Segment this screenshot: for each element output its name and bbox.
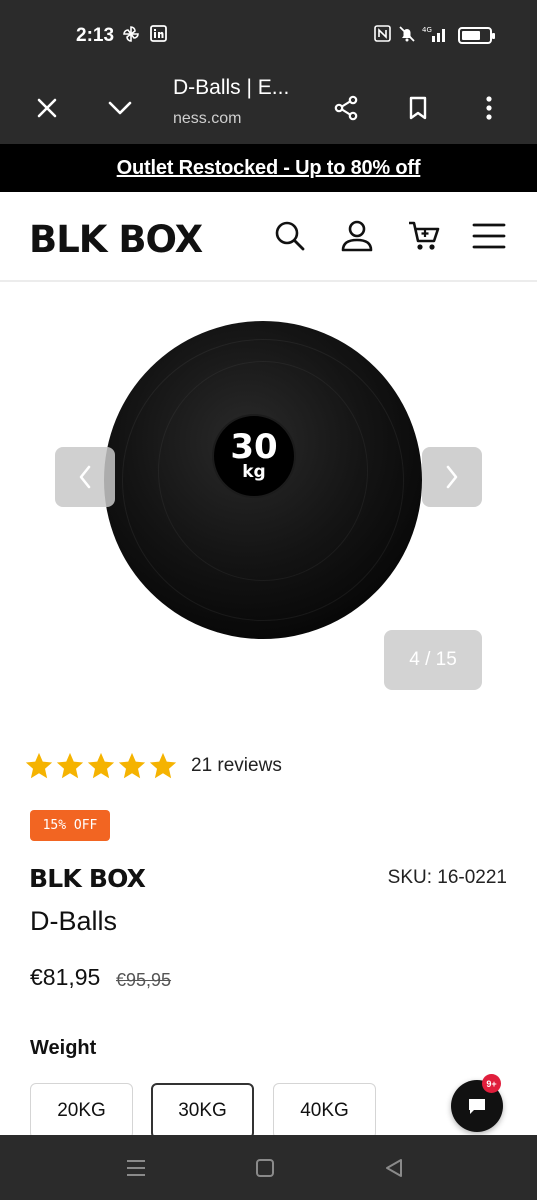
- product-price: €81,95: [30, 964, 101, 990]
- system-nav-bar: [0, 1135, 537, 1200]
- site-header: BLK BOX: [0, 192, 537, 282]
- close-icon[interactable]: [23, 84, 71, 132]
- chevron-left-icon: [79, 465, 91, 489]
- star-icon: [118, 752, 146, 779]
- ball-weight-number: 30: [230, 427, 278, 467]
- home-icon[interactable]: [250, 1153, 280, 1183]
- menu-icon[interactable]: [469, 216, 509, 256]
- weight-label: Weight: [30, 1037, 97, 1059]
- status-bar: 2:13 4G: [0, 0, 537, 72]
- more-options-icon[interactable]: [465, 84, 513, 132]
- star-icon: [87, 752, 115, 779]
- ball-weight-label: 30 kg: [212, 414, 296, 498]
- product-sku: SKU: 16-0221: [387, 867, 507, 888]
- product-image[interactable]: 30 kg: [104, 321, 422, 639]
- promo-link[interactable]: Outlet Restocked - Up to 80% off: [117, 157, 421, 180]
- browser-toolbar: D-Balls | E... ness.com: [0, 72, 537, 144]
- search-icon[interactable]: [270, 216, 310, 256]
- status-time: 2:13: [76, 25, 115, 46]
- star-icon: [56, 752, 84, 779]
- ball-weight-unit: kg: [242, 462, 266, 482]
- weight-option-30kg[interactable]: 30KG: [151, 1083, 254, 1139]
- star-icon: [25, 752, 53, 779]
- linkedin-icon: [150, 25, 167, 47]
- cart-icon[interactable]: [404, 216, 444, 256]
- product-brand: BLK BOX: [29, 864, 146, 893]
- weight-option-20kg[interactable]: 20KG: [30, 1083, 133, 1139]
- chevron-right-icon: [446, 465, 458, 489]
- product-name: D-Balls: [30, 906, 118, 936]
- page-url[interactable]: ness.com: [173, 110, 241, 128]
- star-rating: [24, 751, 178, 781]
- chevron-down-icon[interactable]: [96, 84, 144, 132]
- bookmark-icon[interactable]: [394, 84, 442, 132]
- product-compare-price: €95,95: [116, 970, 172, 990]
- previous-image-button[interactable]: [55, 447, 115, 507]
- review-count-link[interactable]: 21 reviews: [191, 755, 282, 777]
- share-icon[interactable]: [322, 84, 370, 132]
- signal-icon: 4G: [422, 25, 448, 48]
- account-icon[interactable]: [337, 216, 377, 256]
- discount-badge: 15% OFF: [30, 810, 110, 841]
- image-counter: 4 / 15: [384, 630, 482, 690]
- svg-text:4G: 4G: [422, 26, 432, 34]
- chat-unread-badge: 9+: [482, 1074, 501, 1093]
- chat-icon: [469, 1099, 485, 1114]
- page-title[interactable]: D-Balls | E...: [173, 76, 289, 100]
- product-gallery: 30 kg 4 / 15: [0, 284, 537, 714]
- nfc-icon: [374, 25, 391, 47]
- pinwheel-icon: [122, 25, 140, 48]
- star-icon: [149, 752, 177, 779]
- battery-icon: [458, 27, 495, 44]
- back-icon[interactable]: [379, 1153, 409, 1183]
- recents-icon[interactable]: [121, 1153, 151, 1183]
- mute-bell-icon: [398, 25, 416, 48]
- next-image-button[interactable]: [422, 447, 482, 507]
- promo-banner: Outlet Restocked - Up to 80% off: [0, 144, 537, 192]
- weight-option-40kg[interactable]: 40KG: [273, 1083, 376, 1139]
- rating-summary[interactable]: 21 reviews: [24, 750, 282, 782]
- site-logo[interactable]: BLK BOX: [29, 218, 203, 261]
